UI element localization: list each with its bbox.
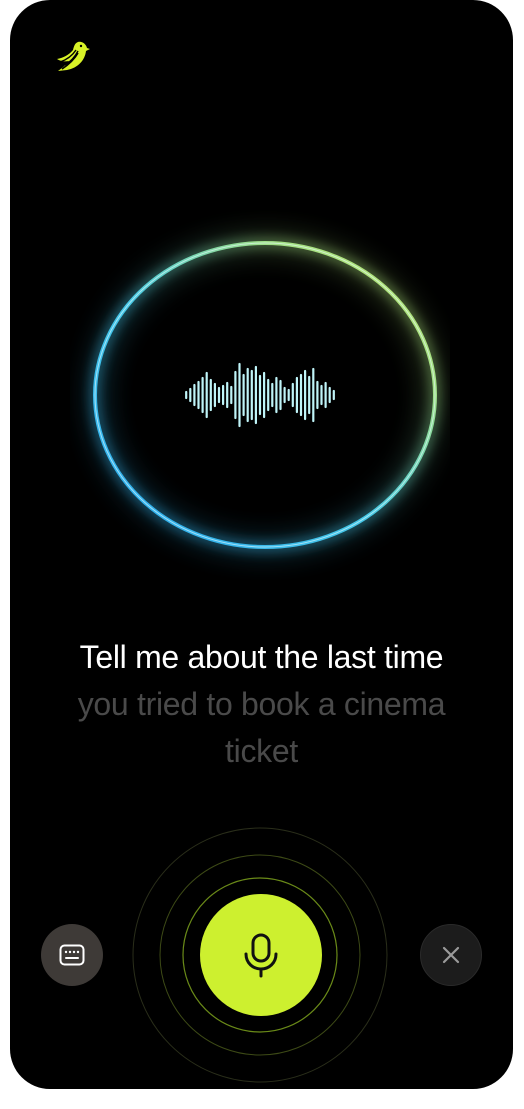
prompt-line-current: Tell me about the last time [79, 639, 444, 675]
close-icon [442, 946, 460, 964]
voice-visualizer [70, 210, 450, 580]
microphone-icon [244, 933, 278, 978]
microphone-button[interactable] [200, 894, 322, 1016]
prompt-line-upcoming: you tried to book a cinema [77, 686, 446, 722]
keyboard-icon [59, 944, 85, 966]
bird-logo-icon [57, 41, 90, 71]
close-button[interactable] [420, 924, 482, 986]
audio-waveform-icon [185, 362, 335, 428]
prompt-text: Tell me about the last time you tried to… [10, 634, 513, 775]
keyboard-button[interactable] [41, 924, 103, 986]
voice-screen: Tell me about the last time you tried to… [10, 0, 513, 1089]
prompt-line-upcoming: ticket [225, 733, 298, 769]
app-logo [54, 38, 90, 74]
